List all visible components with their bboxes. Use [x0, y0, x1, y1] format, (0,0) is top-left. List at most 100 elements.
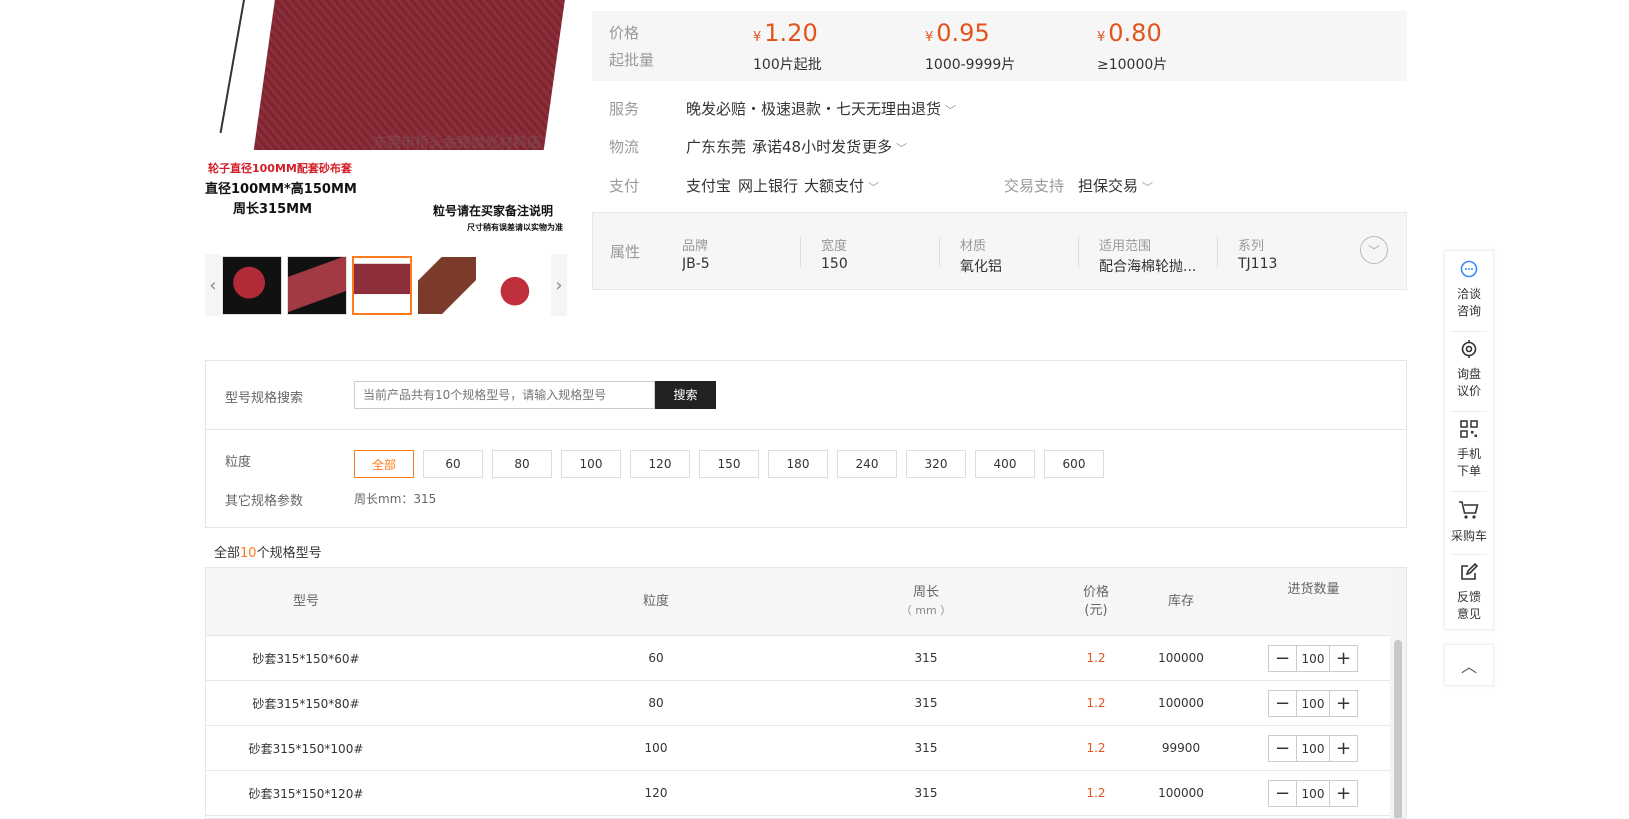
cell-model: 砂套315*150*60# [252, 651, 360, 666]
thumbnail-prev-button[interactable]: ‹ [205, 254, 221, 316]
chevron-up-icon: ︿ [1460, 657, 1477, 676]
sandpaper-illustration [253, 0, 567, 150]
currency-symbol: ¥ [753, 30, 762, 45]
grit-option-240[interactable]: 240 [837, 450, 897, 478]
payment-more-dropdown[interactable]: 大额支付 ﹀ [804, 175, 879, 196]
quantity-input[interactable]: 100 [1296, 646, 1330, 671]
payment-row: 支付 支付宝 网上银行 大额支付 ﹀ 交易支持 担保交易 ﹀ [592, 173, 1407, 197]
image-caption-size: 直径100MM*高150MM [205, 182, 357, 197]
thumbnail-4[interactable] [417, 256, 477, 315]
scrollbar-thumb[interactable] [1394, 640, 1402, 818]
target-icon [1445, 339, 1493, 363]
inquiry-bargain-button[interactable]: 询盘 议价 [1445, 339, 1493, 400]
edit-icon [1445, 562, 1493, 586]
logistics-row: 物流 广东东莞 承诺48小时发货 更多 ﹀ [592, 134, 1407, 158]
attribute-value: 氧化铝 [960, 259, 1002, 275]
increase-button[interactable]: + [1330, 646, 1357, 671]
quantity-input[interactable]: 100 [1296, 781, 1330, 806]
attributes-label: 属性 [610, 243, 641, 261]
grit-option-320[interactable]: 320 [906, 450, 966, 478]
thumbnail-3[interactable] [352, 256, 412, 315]
back-to-top-button[interactable]: ︿ [1444, 644, 1494, 686]
payment-method-alipay: 支付宝 [686, 176, 732, 195]
quantity-input[interactable]: 100 [1296, 736, 1330, 761]
grit-option-80[interactable]: 80 [492, 450, 552, 478]
feedback-button[interactable]: 反馈 意见 [1445, 562, 1493, 623]
sidebar-label: 询盘 [1456, 367, 1481, 381]
logistics-promise: 承诺48小时发货 [752, 137, 862, 156]
grit-option-120[interactable]: 120 [630, 450, 690, 478]
spec-search-button[interactable]: 搜索 [655, 381, 716, 409]
spec-search-input[interactable] [354, 381, 655, 409]
header-circumference: 周长 （ mm ） [876, 584, 976, 620]
grit-option-100[interactable]: 100 [561, 450, 621, 478]
grit-option-60[interactable]: 60 [423, 450, 483, 478]
grit-option-180[interactable]: 180 [768, 450, 828, 478]
cell-circumference: 315 [914, 651, 938, 665]
service-text: 晚发必赔・极速退款・七天无理由退货 [686, 99, 942, 118]
attribute-key: 材质 [960, 239, 987, 254]
logistics-more-dropdown[interactable]: 更多 ﹀ [862, 136, 907, 157]
quantity-input[interactable]: 100 [1296, 691, 1330, 716]
tier-quantity: ≥10000片 [1097, 57, 1168, 73]
logistics-origin: 广东东莞 [686, 137, 747, 156]
attribute-material: 材质 氧化铝 [960, 235, 1090, 276]
service-dropdown[interactable]: 晚发必赔・极速退款・七天无理由退货 ﹀ [686, 98, 956, 119]
image-caption-circumference: 周长315MM [233, 202, 313, 217]
trade-support-dropdown[interactable]: 担保交易 ﹀ [1078, 175, 1153, 196]
grit-filter-row: 粒度 全部 60 80 100 120 150 180 240 320 400 … [206, 430, 1406, 528]
attribute-divider [1217, 237, 1218, 267]
grit-option-600[interactable]: 600 [1044, 450, 1104, 478]
attribute-value: 配合海棉轮抛... [1099, 259, 1197, 275]
increase-button[interactable]: + [1330, 781, 1357, 806]
header-circumference-label: 周长 [912, 585, 939, 600]
thumbnail-strip: ‹ › [205, 254, 567, 316]
increase-button[interactable]: + [1330, 736, 1357, 761]
cart-icon [1445, 499, 1493, 525]
price-tier-2: ¥0.95 1000-9999片 [925, 19, 1015, 74]
thumbnail-2[interactable] [287, 256, 347, 315]
cell-grit: 120 [644, 786, 668, 800]
decrease-button[interactable]: − [1269, 781, 1296, 806]
table-row: 砂套315*150*60# 60 315 1.2 100000 − 100 + [206, 636, 1406, 681]
table-header: 型号 粒度 周长 （ mm ） 价格 (元) 库存 进货数量 [206, 568, 1406, 636]
mobile-order-button[interactable]: 手机 下单 [1445, 419, 1493, 480]
sidebar-label: 咨询 [1456, 304, 1481, 318]
increase-button[interactable]: + [1330, 691, 1357, 716]
image-caption-red: 轮子直径100MM配套砂布套 [208, 162, 352, 175]
attribute-divider [939, 237, 940, 267]
chat-consult-button[interactable]: 洽谈 咨询 [1445, 259, 1493, 320]
sidebar-divider [1451, 491, 1487, 492]
quantity-stepper: − 100 + [1268, 735, 1358, 762]
quantity-stepper: − 100 + [1268, 690, 1358, 717]
thumbnail-1[interactable] [222, 256, 282, 315]
expand-attributes-button[interactable]: ﹀ [1360, 236, 1388, 264]
decrease-button[interactable]: − [1269, 736, 1296, 761]
attribute-key: 宽度 [821, 239, 848, 254]
header-model: 型号 [292, 594, 319, 609]
grit-option-150[interactable]: 150 [699, 450, 759, 478]
main-product-image[interactable]: 东莞市桥头金铭抛光材料店 轮子直径100MM配套砂布套 直径100MM*高150… [205, 0, 567, 240]
thumbnail-next-button[interactable]: › [551, 254, 567, 316]
cell-stock: 100000 [1158, 786, 1204, 800]
attribute-key: 适用范围 [1099, 239, 1152, 254]
spec-filter-panel: 型号规格搜索 搜索 粒度 全部 60 80 100 120 150 180 24… [205, 360, 1407, 528]
table-scrollbar[interactable] [1390, 568, 1406, 818]
purchase-cart-button[interactable]: 采购车 [1445, 499, 1493, 545]
chat-icon [1445, 259, 1493, 283]
cell-grit: 60 [648, 651, 664, 665]
thumbnail-5[interactable] [482, 256, 542, 315]
decrease-button[interactable]: − [1269, 646, 1296, 671]
decrease-button[interactable]: − [1269, 691, 1296, 716]
grit-label: 粒度 [225, 455, 252, 470]
header-stock: 库存 [1167, 594, 1194, 609]
header-circumference-unit: （ mm ） [900, 604, 952, 617]
grit-option-400[interactable]: 400 [975, 450, 1035, 478]
trade-support-label: 交易支持 [1004, 176, 1065, 195]
grit-option-all[interactable]: 全部 [354, 450, 414, 478]
table-row: 砂套315*150*80# 80 315 1.2 100000 − 100 + [206, 681, 1406, 726]
tier-price: 0.95 [936, 19, 990, 47]
attribute-key: 系列 [1238, 239, 1265, 254]
logistics-more: 更多 [862, 137, 893, 156]
count-suffix: 个规格型号 [256, 546, 322, 561]
